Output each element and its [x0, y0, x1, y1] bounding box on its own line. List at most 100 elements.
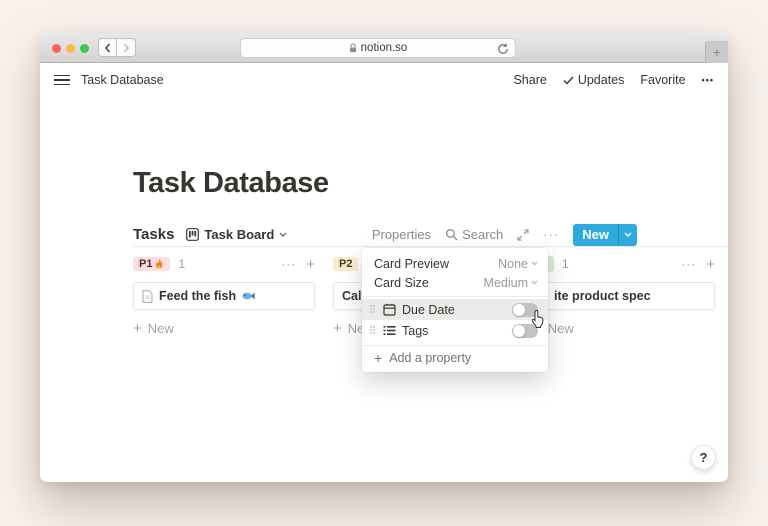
page-icon [142, 290, 153, 303]
toolbar-divider [133, 246, 728, 247]
add-card-label: New [148, 321, 174, 336]
url-text: notion.so [361, 42, 408, 54]
new-button-label: New [573, 224, 618, 246]
column-badge-p1[interactable]: P1 [133, 257, 170, 271]
page-title: Task Database [133, 167, 329, 200]
toggle-knob [513, 325, 525, 337]
favorite-button[interactable]: Favorite [640, 73, 685, 87]
browser-titlebar: notion.so + [40, 33, 728, 63]
column-count: 1 [178, 257, 185, 271]
menu-divider [362, 296, 548, 297]
column-add-icon[interactable]: + [706, 256, 715, 273]
fish-emoji-icon [242, 291, 255, 301]
expand-icon[interactable] [517, 229, 529, 241]
app-header: Task Database Share Updates Favorite ••• [40, 63, 728, 97]
menu-divider [362, 345, 548, 346]
column-header: 1 ··· + [533, 255, 715, 273]
desktop-background: notion.so + Task Database Share Updates … [0, 0, 768, 526]
chevron-down-icon [279, 232, 287, 237]
forward-button[interactable] [117, 38, 136, 57]
chevron-down-icon [531, 261, 538, 266]
properties-button[interactable]: Properties [372, 227, 431, 242]
column-more-icon[interactable]: ··· [681, 257, 696, 271]
tags-property-row[interactable]: Tags [362, 320, 548, 341]
properties-menu: Card Preview None Card Size Medium [362, 248, 548, 372]
chevron-down-icon [624, 232, 632, 237]
new-button-dropdown[interactable] [618, 224, 637, 246]
chevron-left-icon [104, 43, 112, 53]
board-column-3: 1 ··· + ite product spec + New [533, 255, 715, 337]
card-preview-value: None [498, 257, 528, 271]
hand-cursor-icon [530, 310, 545, 328]
search-icon [445, 228, 458, 241]
board-toolbar: Tasks Task Board Properties Search ··· N… [133, 223, 637, 246]
browser-window: notion.so + Task Database Share Updates … [40, 33, 728, 482]
breadcrumb-page-title[interactable]: Task Database [81, 73, 164, 87]
board-column-p1: P1 1 ··· + Feed the fish + New [133, 255, 315, 337]
column-header-actions: ··· + [281, 256, 315, 273]
column-add-icon[interactable]: + [306, 256, 315, 273]
column-more-icon[interactable]: ··· [281, 257, 296, 271]
column-count: 1 [562, 257, 569, 271]
updates-button[interactable]: Updates [563, 73, 625, 87]
add-card-button[interactable]: + New [133, 320, 315, 337]
column-badge-p2[interactable]: P2 [333, 257, 358, 271]
view-switcher[interactable]: Task Board [186, 227, 287, 242]
updates-label: Updates [578, 73, 625, 87]
drag-handle-icon[interactable] [370, 326, 376, 335]
hamburger-menu-icon[interactable] [54, 75, 70, 86]
plus-icon: + [333, 320, 342, 337]
board-toolbar-actions: Properties Search ··· New [372, 224, 637, 246]
board-view-icon [186, 228, 199, 241]
calendar-icon [383, 303, 396, 316]
add-property-button[interactable]: + Add a property [362, 348, 548, 368]
tags-label: Tags [402, 324, 428, 338]
due-date-property-row[interactable]: Due Date [362, 299, 548, 320]
new-button[interactable]: New [573, 224, 637, 246]
help-label: ? [700, 450, 708, 465]
task-card[interactable]: Feed the fish [133, 282, 315, 310]
collection-title: Tasks [133, 226, 174, 243]
card-preview-row[interactable]: Card Preview None [362, 254, 548, 273]
plus-icon: + [374, 350, 382, 366]
check-icon [563, 76, 574, 85]
badge-label: P1 [139, 258, 152, 270]
card-preview-label: Card Preview [374, 257, 449, 271]
column-header-actions: ··· + [681, 256, 715, 273]
help-button[interactable]: ? [691, 445, 716, 470]
new-tab-button[interactable]: + [705, 41, 728, 63]
plus-icon: + [133, 320, 142, 337]
add-card-button[interactable]: + New [533, 320, 715, 337]
minimize-window-button[interactable] [66, 44, 75, 53]
refresh-icon[interactable] [497, 43, 509, 55]
lock-icon [349, 43, 357, 53]
chevron-down-icon [531, 280, 538, 285]
add-card-label: New [548, 321, 574, 336]
fire-emoji-icon [155, 259, 164, 270]
add-property-label: Add a property [389, 351, 471, 365]
card-title: ite product spec [554, 289, 651, 303]
card-title: Feed the fish [159, 289, 236, 303]
back-button[interactable] [98, 38, 117, 57]
search-button[interactable]: Search [445, 227, 503, 242]
more-options-icon[interactable]: ••• [702, 75, 714, 85]
zoom-window-button[interactable] [80, 44, 89, 53]
app-header-actions: Share Updates Favorite ••• [513, 73, 714, 87]
share-button[interactable]: Share [513, 73, 546, 87]
badge-label: P2 [339, 258, 352, 270]
board-more-options-icon[interactable]: ··· [543, 227, 559, 242]
card-size-label: Card Size [374, 276, 429, 290]
drag-handle-icon[interactable] [370, 305, 376, 314]
task-card[interactable]: ite product spec [533, 282, 715, 310]
chevron-right-icon [122, 43, 130, 53]
column-header: P1 1 ··· + [133, 255, 315, 273]
nav-button-group [98, 38, 136, 57]
due-date-label: Due Date [402, 303, 455, 317]
search-label: Search [462, 227, 503, 242]
close-window-button[interactable] [52, 44, 61, 53]
card-size-select[interactable]: Medium [484, 276, 538, 290]
card-preview-select[interactable]: None [498, 257, 538, 271]
address-bar[interactable]: notion.so [240, 38, 516, 58]
card-size-row[interactable]: Card Size Medium [362, 273, 548, 292]
toggle-knob [513, 304, 525, 316]
